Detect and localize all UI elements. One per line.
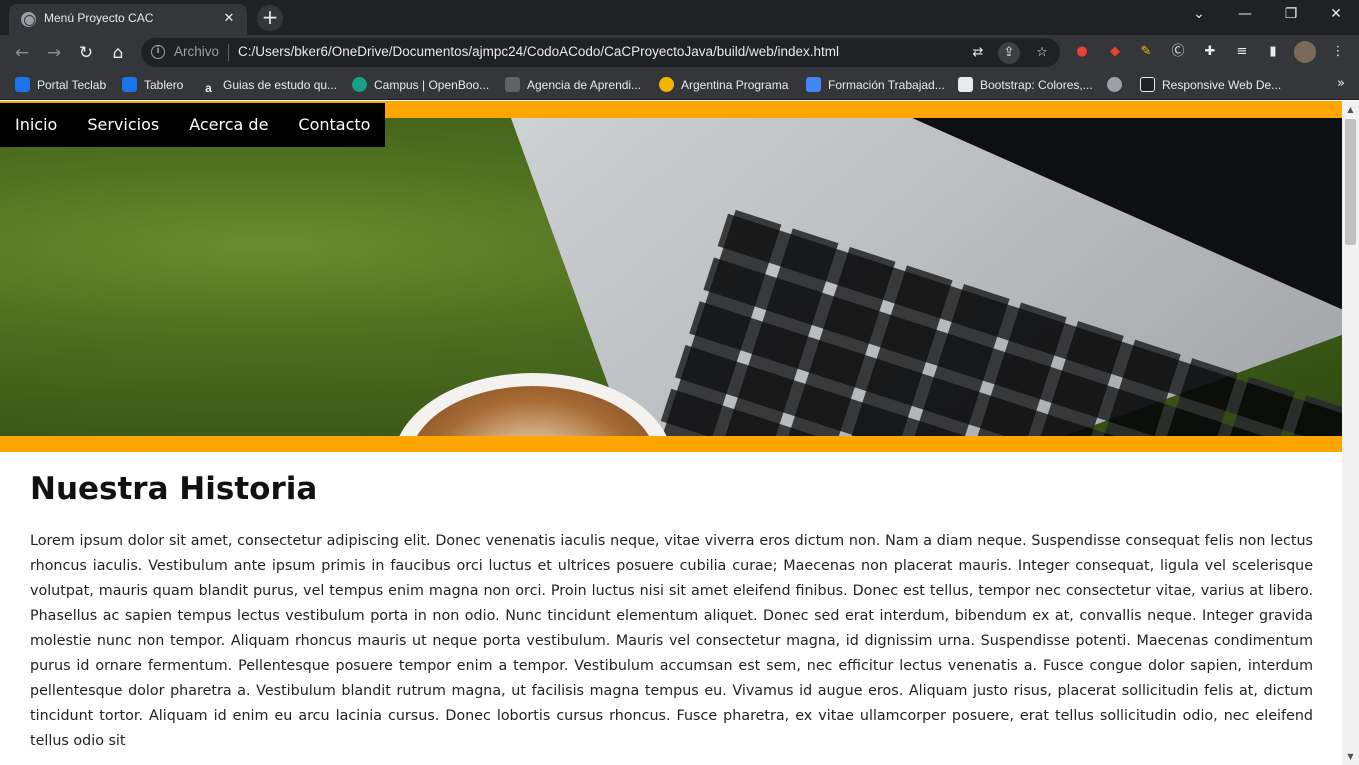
scroll-down-icon[interactable]: ▼ xyxy=(1342,748,1359,765)
vertical-scrollbar[interactable]: ▲ ▼ xyxy=(1342,101,1359,765)
close-window-button[interactable]: ✕ xyxy=(1313,0,1359,30)
browser-tab-active[interactable]: Menú Proyecto CAC ✕ xyxy=(9,4,247,35)
bookmark-item[interactable]: Responsive Web De... xyxy=(1140,76,1281,94)
close-tab-icon[interactable]: ✕ xyxy=(219,9,239,29)
menu-item-servicios[interactable]: Servicios xyxy=(72,103,174,147)
bookmark-item[interactable]: Agencia de Aprendi... xyxy=(505,76,641,94)
bookmark-item[interactable]: Bootstrap: Colores,... xyxy=(958,76,1093,94)
extension-adblock-icon[interactable]: ● xyxy=(1071,41,1093,63)
scrollbar-thumb[interactable] xyxy=(1345,119,1356,245)
bookmark-item[interactable]: Portal Teclab xyxy=(15,76,106,94)
scheme-label: Archivo xyxy=(174,44,220,59)
restore-button[interactable]: ❐ xyxy=(1268,0,1314,30)
tab-search-icon[interactable]: ⌄ xyxy=(1176,0,1222,30)
browser-toolbar: ← → ↻ ⌂ i Archivo C:/Users/bker6/OneDriv… xyxy=(0,35,1359,70)
share-icon[interactable]: ⇪ xyxy=(998,42,1020,64)
minimize-button[interactable]: — xyxy=(1222,0,1268,30)
extension-pen-icon[interactable]: ✎ xyxy=(1135,41,1157,63)
extension-c-icon[interactable]: Ⓒ xyxy=(1167,41,1189,63)
back-icon[interactable]: ← xyxy=(9,40,35,66)
bookmark-item[interactable] xyxy=(1107,76,1129,94)
reload-icon[interactable]: ↻ xyxy=(73,40,99,66)
reading-list-icon[interactable]: ≡ xyxy=(1231,41,1253,63)
a-letter-icon: a xyxy=(205,81,212,95)
extensions-puzzle-icon[interactable]: ✚ xyxy=(1199,41,1221,63)
openbootcamp-icon xyxy=(352,77,367,92)
responsive-icon xyxy=(1140,77,1155,92)
history-paragraph: Lorem ipsum dolor sit amet, consectetur … xyxy=(30,533,1313,749)
url-text[interactable]: C:/Users/bker6/OneDrive/Documentos/ajmpc… xyxy=(238,44,839,59)
formacion-icon xyxy=(806,77,821,92)
globe-icon xyxy=(1107,77,1122,92)
bookmarks-overflow-icon[interactable]: » xyxy=(1337,76,1345,91)
browser-titlebar: Menú Proyecto CAC ✕ + ⌄ — ❐ ✕ xyxy=(0,0,1359,35)
bookmark-item[interactable]: Argentina Programa xyxy=(659,76,788,94)
menu-kebab-icon[interactable]: ⋮ xyxy=(1327,41,1349,63)
argentina-icon xyxy=(659,77,674,92)
tab-title: Menú Proyecto CAC xyxy=(44,11,154,25)
menu-item-contacto[interactable]: Contacto xyxy=(283,103,385,147)
main-menu: Inicio Servicios Acerca de Contacto xyxy=(0,103,386,147)
teclab-icon xyxy=(122,77,137,92)
hero-image-laptop-coffee xyxy=(0,118,1342,436)
bookmark-star-icon[interactable]: ☆ xyxy=(1031,42,1053,64)
menu-item-inicio[interactable]: Inicio xyxy=(0,103,72,147)
bootstrap-icon xyxy=(958,77,973,92)
profile-avatar[interactable] xyxy=(1294,41,1316,63)
page-title: Nuestra Historia xyxy=(30,471,318,507)
bookmark-item[interactable]: a Guias de estudo qu... xyxy=(201,76,337,95)
new-tab-button[interactable]: + xyxy=(257,5,283,31)
hero-banner xyxy=(0,101,1342,452)
translate-icon[interactable]: ⇄ xyxy=(967,42,989,64)
globe-icon xyxy=(21,12,36,27)
teclab-icon xyxy=(15,77,30,92)
page-viewport: Inicio Servicios Acerca de Contacto Nues… xyxy=(0,101,1359,765)
menu-item-acerca-de[interactable]: Acerca de xyxy=(174,103,283,147)
scroll-up-icon[interactable]: ▲ xyxy=(1342,101,1359,118)
side-panel-icon[interactable]: ▮ xyxy=(1262,41,1284,63)
site-info-icon[interactable]: i xyxy=(151,45,165,59)
bookmark-item[interactable]: Formación Trabajad... xyxy=(806,76,945,94)
home-icon[interactable]: ⌂ xyxy=(105,40,131,66)
address-bar[interactable]: i Archivo C:/Users/bker6/OneDrive/Docume… xyxy=(141,38,1060,67)
omnibox-divider xyxy=(228,44,229,61)
extension-badge-icon[interactable]: ◆ xyxy=(1104,41,1126,63)
bookmark-item[interactable]: Campus | OpenBoo... xyxy=(352,76,489,94)
history-section: Nuestra Historia Lorem ipsum dolor sit a… xyxy=(30,471,1313,754)
forward-icon[interactable]: → xyxy=(41,40,67,66)
ba-icon xyxy=(505,77,520,92)
bookmarks-bar: Portal Teclab Tablero a Guias de estudo q… xyxy=(0,70,1359,100)
bookmark-item[interactable]: Tablero xyxy=(122,76,183,94)
